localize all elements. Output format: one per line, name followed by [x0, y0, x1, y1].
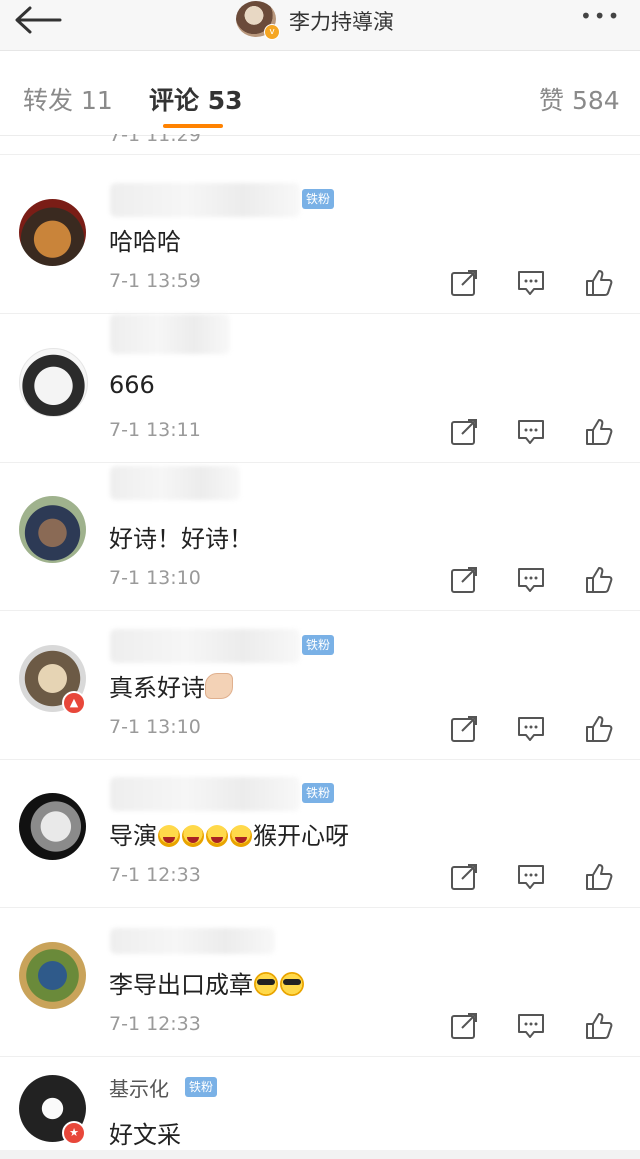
comment-icon[interactable]: [516, 714, 546, 744]
like-icon[interactable]: [584, 417, 614, 447]
comment-text: 好文采: [109, 1121, 181, 1149]
comment-text: 李导出口成章: [109, 965, 305, 1000]
comment-text: 真系好诗: [109, 668, 233, 703]
fan-badge: 铁粉: [302, 783, 335, 803]
fan-badge: 铁粉: [302, 635, 335, 655]
comment-text: 哈哈哈: [109, 228, 181, 256]
comment-icon[interactable]: [516, 268, 546, 298]
comment-item: 铁粉 哈哈哈 7-1 13:59: [0, 165, 640, 314]
tab-comments[interactable]: 评论 53: [149, 81, 243, 117]
comment-icon[interactable]: [516, 417, 546, 447]
active-tab-indicator: [163, 124, 223, 128]
avatar[interactable]: [19, 942, 86, 1009]
repost-icon[interactable]: [449, 1011, 479, 1041]
page-title[interactable]: 李力持導演: [289, 6, 394, 36]
comment-time: 7-1 11:29: [109, 134, 201, 146]
repost-icon[interactable]: [449, 417, 479, 447]
vip-badge-icon: ★: [62, 1121, 86, 1145]
tab-likes[interactable]: 赞 584: [539, 81, 620, 117]
username[interactable]: [110, 466, 240, 500]
username[interactable]: [110, 183, 300, 217]
comment-text: 666: [109, 371, 155, 399]
verified-badge: v: [264, 24, 280, 40]
laugh-emoji-icon: [230, 825, 252, 847]
tab-reposts[interactable]: 转发 11: [23, 81, 113, 117]
like-icon[interactable]: [584, 1011, 614, 1041]
comment-item: ▲ 铁粉 真系好诗 7-1 13:10: [0, 611, 640, 760]
avatar[interactable]: [19, 348, 88, 417]
bottom-edge: [0, 1150, 640, 1159]
back-arrow-icon[interactable]: [14, 6, 62, 34]
avatar[interactable]: [19, 199, 86, 266]
laugh-emoji-icon: [182, 825, 204, 847]
comment-item: 李导出口成章 7-1 12:33: [0, 908, 640, 1057]
like-icon[interactable]: [584, 714, 614, 744]
comment-time: 7-1 12:33: [109, 864, 201, 886]
comment-item: 666 7-1 13:11: [0, 314, 640, 463]
comment-item: 铁粉 导演 猴开心呀 7-1 12:33: [0, 759, 640, 908]
laugh-emoji-icon: [206, 825, 228, 847]
like-icon[interactable]: [584, 565, 614, 595]
username[interactable]: [110, 928, 275, 954]
vip-badge-icon: ▲: [62, 691, 86, 715]
repost-icon[interactable]: [449, 268, 479, 298]
tab-bar: 转发 11 评论 53 赞 584: [0, 50, 640, 136]
partial-comment: 7-1 11:29: [0, 134, 640, 155]
username[interactable]: 基示化: [109, 1073, 169, 1102]
sunglasses-emoji-icon: [254, 972, 278, 996]
repost-icon[interactable]: [449, 862, 479, 892]
username[interactable]: [110, 777, 300, 811]
comment-text: 导演 猴开心呀: [109, 822, 349, 850]
comment-icon[interactable]: [516, 565, 546, 595]
avatar[interactable]: [19, 793, 86, 860]
repost-icon[interactable]: [449, 565, 479, 595]
comment-time: 7-1 12:33: [109, 1013, 201, 1035]
comment-time: 7-1 13:11: [109, 419, 201, 441]
comment-icon[interactable]: [516, 1011, 546, 1041]
comment-icon[interactable]: [516, 862, 546, 892]
comment-time: 7-1 13:10: [109, 716, 201, 738]
clap-emoji-icon: [205, 673, 233, 699]
laugh-emoji-icon: [158, 825, 180, 847]
repost-icon[interactable]: [449, 714, 479, 744]
comment-item: ★ 基示化 铁粉 好文采: [0, 1057, 640, 1150]
username[interactable]: [110, 629, 300, 663]
like-icon[interactable]: [584, 268, 614, 298]
sunglasses-emoji-icon: [280, 972, 304, 996]
comment-item: 好诗！好诗！ 7-1 13:10: [0, 462, 640, 611]
top-bar: v 李力持導演 •••: [0, 0, 640, 50]
comment-time: 7-1 13:59: [109, 270, 201, 292]
fan-badge: 铁粉: [302, 189, 335, 209]
like-icon[interactable]: [584, 862, 614, 892]
comment-time: 7-1 13:10: [109, 567, 201, 589]
avatar[interactable]: [19, 496, 86, 563]
comment-text: 好诗！好诗！: [109, 525, 253, 553]
username[interactable]: [110, 314, 230, 354]
fan-badge: 铁粉: [185, 1077, 218, 1097]
more-icon[interactable]: •••: [580, 4, 621, 28]
